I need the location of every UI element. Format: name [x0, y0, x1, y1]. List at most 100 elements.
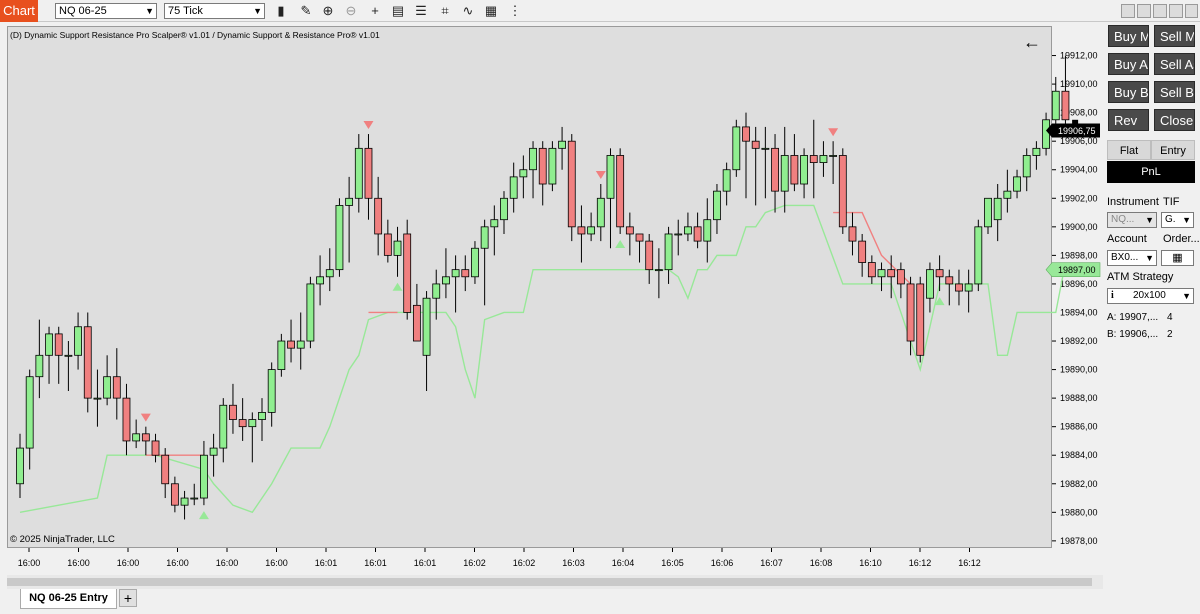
candle-up: [926, 269, 934, 299]
chevron-down-icon: ▼: [145, 6, 154, 16]
buy-ask-button[interactable]: Buy Ask: [1108, 53, 1149, 75]
more-options-icon[interactable]: ⋮: [506, 2, 524, 20]
templates-icon[interactable]: ▦: [482, 2, 500, 20]
sell-signal-triangle: [363, 121, 374, 130]
bid-label: B:: [1107, 329, 1117, 340]
candle-up: [800, 155, 808, 185]
candle-down: [122, 397, 131, 442]
tif-select[interactable]: G. ▼: [1161, 212, 1194, 228]
candle-up: [606, 155, 615, 199]
drawing-tool-icon[interactable]: ✎: [297, 2, 315, 20]
candle-up: [277, 340, 286, 370]
x-axis-label: 16:08: [810, 558, 833, 568]
candle-down: [364, 147, 373, 199]
candle-down: [742, 126, 750, 142]
candle-down: [412, 304, 421, 342]
candle-down: [287, 340, 295, 349]
x-axis-label: 16:00: [265, 558, 288, 568]
strategies-icon[interactable]: ⌗: [436, 2, 454, 20]
tab-flat[interactable]: Flat: [1107, 140, 1151, 160]
interval-selector-value: 75 Tick: [168, 5, 203, 17]
candle-down: [538, 147, 547, 185]
candle-down: [635, 233, 644, 242]
minimize-icon[interactable]: [1153, 4, 1167, 18]
candle-up: [1022, 155, 1031, 178]
candle-up: [1032, 147, 1041, 156]
candle-down: [141, 433, 150, 442]
ask-row: A: 19907,...: [1107, 312, 1158, 323]
reverse-button[interactable]: Rev: [1108, 109, 1149, 131]
x-axis-label: 16:12: [909, 558, 932, 568]
chevron-down-icon: ▼: [1182, 291, 1191, 301]
close-button[interactable]: Close: [1154, 109, 1195, 131]
candle-down: [955, 283, 963, 292]
candle-down: [625, 226, 634, 235]
indicators-icon[interactable]: ∿: [459, 2, 477, 20]
data-box-icon[interactable]: ▤: [389, 2, 407, 20]
chevron-down-icon: ▼: [253, 6, 262, 16]
candle-up: [993, 197, 1002, 221]
candle-up: [548, 147, 557, 185]
buy-signal-triangle: [615, 239, 626, 248]
candle-down: [896, 269, 905, 285]
scrollbar-thumb[interactable]: [7, 578, 1092, 586]
candle-down: [693, 226, 702, 242]
y-axis-label: 19896,00: [1060, 279, 1098, 289]
add-tab-button[interactable]: +: [119, 589, 137, 607]
window-snap-icon[interactable]: [1137, 4, 1151, 18]
candle-up: [780, 155, 789, 192]
properties-icon[interactable]: ☰: [412, 2, 430, 20]
order-quantity-field[interactable]: ▦: [1161, 250, 1194, 266]
atm-strategy-select[interactable]: i 20x100 ▼: [1107, 288, 1194, 304]
zoom-out-icon[interactable]: ⊖: [342, 2, 360, 20]
window-tile-icon[interactable]: [1121, 4, 1135, 18]
sell-signal-triangle: [595, 171, 606, 180]
instrument-field[interactable]: NQ... ▼: [1107, 212, 1157, 228]
back-arrow-icon[interactable]: ←: [1023, 32, 1041, 53]
crosshair-icon[interactable]: +: [366, 2, 384, 20]
candle-down: [374, 197, 383, 235]
ask-label: A:: [1107, 312, 1117, 323]
buy-bid-button[interactable]: Buy Bid: [1108, 81, 1149, 103]
y-axis-label: 19880,00: [1060, 507, 1098, 517]
atm-strategy-value: 20x100: [1133, 290, 1166, 301]
candle-up: [587, 226, 596, 235]
candle-down: [858, 240, 867, 263]
zoom-in-icon[interactable]: ⊕: [319, 2, 337, 20]
candle-down: [935, 269, 944, 278]
buy-market-button[interactable]: Buy M: [1108, 25, 1149, 47]
candle-up: [654, 269, 663, 272]
tab-nq-entry[interactable]: NQ 06-25 Entry: [20, 589, 117, 609]
interval-selector[interactable]: 75 Tick ▼: [164, 3, 265, 19]
chart-title: (D) Dynamic Support Resistance Pro Scalp…: [10, 30, 380, 40]
candle-down: [848, 226, 857, 242]
candle-down: [577, 226, 586, 235]
price-chart[interactable]: 19912,0019910,0019908,0019906,0019904,00…: [0, 22, 1103, 592]
chart-tab[interactable]: Chart: [0, 0, 38, 22]
candle-up: [722, 169, 731, 192]
info-icon[interactable]: i: [1111, 290, 1114, 301]
candle-up: [64, 354, 73, 357]
chart-area[interactable]: 19912,00 19910,00 19908,00 19906,00 19904,00…: [0, 22, 1103, 592]
maximize-icon[interactable]: [1169, 4, 1183, 18]
sell-bid-button[interactable]: Sell Bid: [1154, 81, 1195, 103]
candle-up: [103, 376, 112, 399]
candle-up: [16, 447, 24, 485]
sell-ask-button[interactable]: Sell Ask: [1154, 53, 1195, 75]
close-window-icon[interactable]: [1185, 4, 1198, 18]
candle-down: [916, 283, 925, 356]
calculator-icon[interactable]: ▦: [1172, 252, 1182, 264]
candle-up: [393, 240, 402, 256]
sell-market-button[interactable]: Sell M: [1154, 25, 1195, 47]
account-select[interactable]: BX0... ▼: [1107, 250, 1157, 266]
tab-entry[interactable]: Entry: [1151, 140, 1195, 160]
instrument-selector[interactable]: NQ 06-25 ▼: [55, 3, 157, 19]
bar-type-icon[interactable]: ▮: [272, 2, 290, 20]
candle-up: [25, 376, 34, 449]
x-axis-label: 16:00: [166, 558, 189, 568]
candle-up: [596, 197, 605, 228]
candle-up: [200, 454, 208, 499]
candle-down: [403, 233, 412, 313]
x-axis-label: 16:04: [612, 558, 635, 568]
horizontal-scrollbar[interactable]: [7, 575, 1117, 589]
